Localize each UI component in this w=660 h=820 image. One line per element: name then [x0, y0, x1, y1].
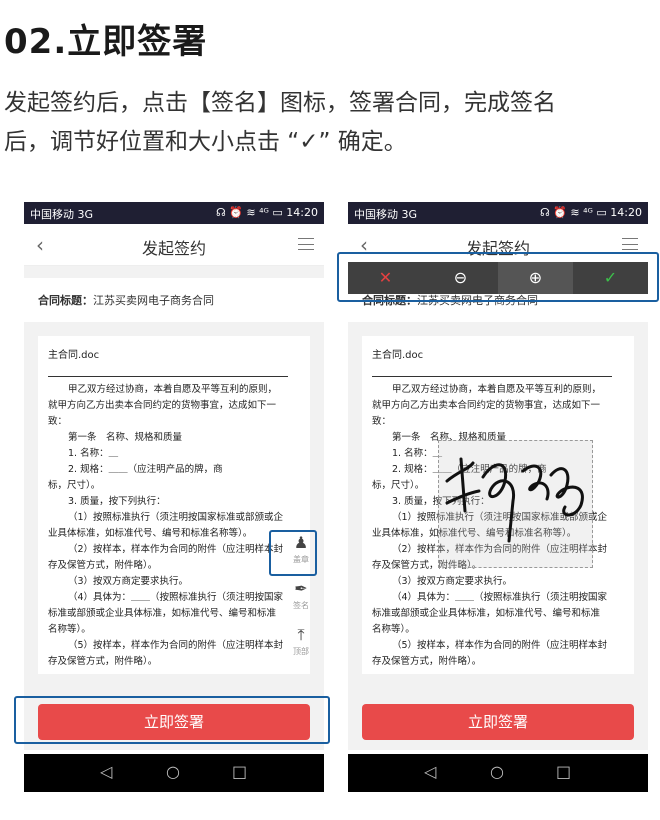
status-bar: 中国移动 3G ☊ ⏰ ≋ ⁴ᴳ ▭ 14:20 [348, 202, 648, 224]
doc-line: 标准或部颁或企业具体标准，如标准代号、编号和标准 [372, 608, 601, 619]
to-top-icon: ⤒ [297, 625, 305, 644]
sign-tool[interactable]: ✒ 签名 [286, 578, 316, 618]
signature-placement-box[interactable] [438, 440, 593, 568]
handwritten-signature [445, 457, 584, 543]
doc-line: （3）按双方商定要求执行。 [392, 576, 513, 587]
pen-icon: ✒ [294, 579, 308, 598]
nav-recent-key-icon[interactable]: □ [232, 762, 247, 781]
menu-icon[interactable] [298, 238, 314, 250]
nav-title: 发起签约 [141, 239, 206, 258]
doc-filename: 主合同.doc [48, 350, 100, 361]
doc-line: （4）具体为：＿＿（按照标准执行（须注明按国家 [68, 592, 284, 603]
doc-line: 标，尺寸）。 [48, 480, 101, 491]
step-title: 02.立即签署 [4, 22, 208, 62]
doc-line: （5）按样本，样本作为合同的附件（应注明样本封 [68, 640, 284, 651]
sign-tool-label: 签名 [293, 601, 309, 610]
doc-line: 存及保管方式，附件略）。 [48, 656, 158, 667]
doc-line: 存及保管方式，附件略）。 [372, 656, 482, 667]
nav-recent-key-icon[interactable]: □ [556, 762, 571, 781]
carrier-label: 中国移动 3G [30, 208, 94, 221]
doc-line: 1. 名称：＿ [68, 448, 119, 459]
doc-line: （5）按样本，样本作为合同的附件（应注明样本封 [392, 640, 608, 651]
to-top-tool-label: 顶部 [293, 647, 309, 656]
doc-line: 第一条 名称、规格和质量 [68, 432, 183, 443]
doc-line: 业具体标准，如标准代号、编号和标准名称等）。 [48, 528, 253, 539]
doc-line: 甲乙双方经过协商，本着自愿及平等互利的原则， [68, 384, 278, 395]
android-nav-bar: ◁ ○ □ [24, 754, 324, 792]
nav-back-key-icon[interactable]: ◁ [100, 762, 112, 781]
nav-home-key-icon[interactable]: ○ [490, 762, 504, 781]
signature-toolbar-highlight [337, 252, 659, 302]
doc-line: 3. 质量，按下列执行： [68, 496, 166, 507]
doc-line: （2）按样本，样本作为合同的附件（应注明样本封 [68, 544, 284, 555]
step-description-line-1: 发起签约后，点击【签名】图标，签署合同，完成签名 [4, 90, 556, 116]
step-description-line-2: 后，调节好位置和大小点击 “✓” 确定。 [4, 129, 407, 155]
sign-now-button[interactable]: 立即签署 [362, 704, 634, 740]
status-bar: 中国移动 3G ☊ ⏰ ≋ ⁴ᴳ ▭ 14:20 [24, 202, 324, 224]
carrier-label: 中国移动 3G [354, 208, 418, 221]
status-icons: ☊ ⏰ ≋ ⁴ᴳ ▭ 14:20 [539, 206, 642, 219]
status-icons: ☊ ⏰ ≋ ⁴ᴳ ▭ 14:20 [215, 206, 318, 219]
nav-back-key-icon[interactable]: ◁ [424, 762, 436, 781]
contract-title-value: 江苏买卖网电子商务合同 [93, 294, 214, 307]
step-description: 发起签约后，点击【签名】图标，签署合同，完成签名 后，调节好位置和大小点击 “✓… [4, 84, 654, 162]
doc-line: 就甲方向乙方出卖本合同约定的货物事宜，达成如下一 [372, 400, 601, 411]
doc-line: （1）按照标准执行（须注明按国家标准或部颁或企 [68, 512, 284, 523]
stamp-tool-highlight [269, 530, 317, 576]
doc-filename: 主合同.doc [372, 350, 424, 361]
contract-title-label: 合同标题： [38, 294, 93, 307]
menu-icon[interactable] [622, 238, 638, 250]
doc-line: 标准或部颁或企业具体标准，如标准代号、编号和标准 [48, 608, 277, 619]
doc-line: 甲乙双方经过协商，本着自愿及平等互利的原则， [392, 384, 602, 395]
doc-line: 名称等）。 [372, 624, 415, 635]
doc-line: 2. 规格：＿＿（应注明产品的牌，商 [68, 464, 223, 475]
contract-title-bar: 合同标题：江苏买卖网电子商务合同 [24, 278, 324, 322]
doc-line: 名称等）。 [48, 624, 91, 635]
doc-divider [372, 376, 612, 377]
nav-bar: ‹ 发起签约 [24, 224, 324, 266]
doc-line: 致： [372, 416, 392, 427]
doc-line: （3）按双方商定要求执行。 [68, 576, 189, 587]
doc-line: 存及保管方式，附件略）。 [48, 560, 158, 571]
doc-body: 甲乙双方经过协商，本着自愿及平等互利的原则， 就甲方向乙方出卖本合同约定的货物事… [48, 382, 288, 670]
sign-button-highlight [14, 696, 330, 744]
doc-line: （4）具体为：＿＿（按照标准执行（须注明按国家 [392, 592, 608, 603]
to-top-tool[interactable]: ⤒ 顶部 [286, 624, 316, 664]
doc-line: 致： [48, 416, 68, 427]
doc-divider [48, 376, 288, 377]
android-nav-bar: ◁ ○ □ [348, 754, 648, 792]
doc-line: 就甲方向乙方出卖本合同约定的货物事宜，达成如下一 [48, 400, 277, 411]
document-preview[interactable]: 主合同.doc 甲乙双方经过协商，本着自愿及平等互利的原则， 就甲方向乙方出卖本… [38, 336, 310, 674]
nav-home-key-icon[interactable]: ○ [166, 762, 180, 781]
